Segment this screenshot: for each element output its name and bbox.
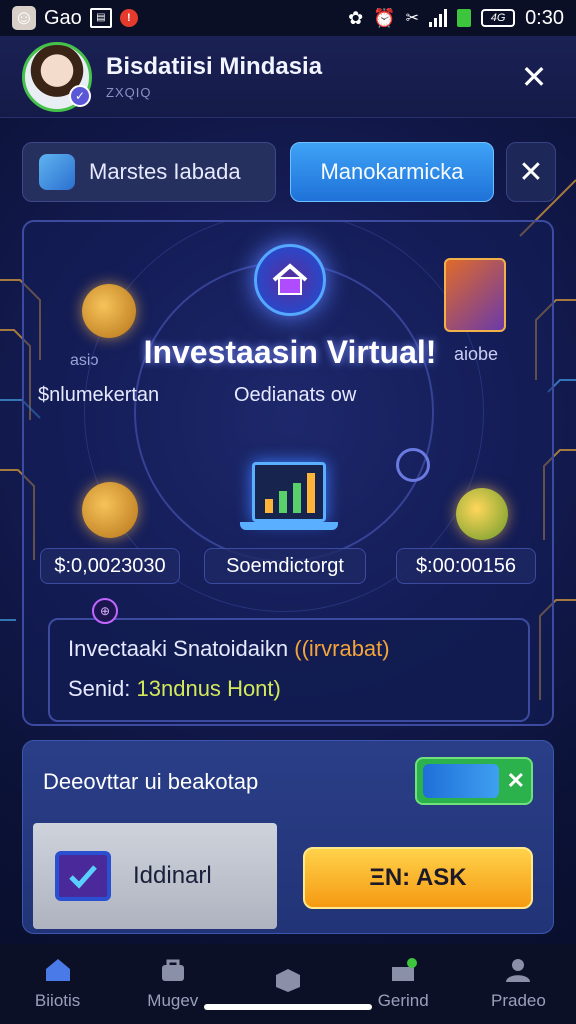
verified-icon: ✓ [69, 84, 91, 107]
stat-value: $:0,0023030 [54, 554, 166, 577]
stat-center[interactable]: Soemdictorgt [204, 548, 366, 584]
battery-saver-icon [457, 9, 472, 27]
side-center-text: Oedianats ow [234, 384, 357, 406]
card-toggle-icon [423, 764, 499, 798]
notification-badge: ! [119, 9, 138, 27]
tab-label: Manokarmicka [320, 159, 464, 184]
signal-icon [429, 9, 448, 27]
side-left-text: $nlumekertan [38, 384, 160, 406]
nav-item-bag[interactable]: Mugev [115, 944, 230, 1024]
ask-button[interactable]: ΞN: ASK [303, 847, 533, 909]
bottom-nav: Biiotis Mugev Gerind Pradeo [0, 944, 576, 1024]
battery-icon: 4G [481, 9, 516, 27]
nav-label: Pradeo [491, 991, 546, 1010]
nav-label: Mugev [147, 991, 199, 1010]
close-icon[interactable]: ✕ [514, 58, 554, 96]
info-line-2: Senid: 13ndnus Hont) [68, 676, 510, 702]
stat-value: $:00:00156 [415, 554, 517, 577]
investment-panel: asiɔ aiobe Investaasin Virtual! $nlumeke… [22, 220, 554, 726]
nav-item-gift[interactable]: Gerind [346, 944, 461, 1024]
status-bar: ☺ Gao ▤ ! ✿ ⏰ ✂ 4G 0:30 [0, 0, 576, 36]
info-line-1-highlight: ((irvrabat) [294, 636, 390, 661]
tab-label: Marstes Iabada [89, 159, 241, 184]
target-icon [396, 448, 430, 482]
money-stack-icon [82, 482, 138, 538]
dnd-icon: ✿ [348, 7, 364, 28]
gift-icon [392, 958, 418, 981]
claim-card-label: Iddinarl [133, 862, 212, 889]
box-icon [276, 969, 300, 992]
claim-card[interactable]: Iddinarl [33, 823, 277, 929]
investment-info-box: Invectaaki Snatoidaikn ((irvrabat) Senid… [48, 618, 530, 722]
alarm-icon: ⏰ [373, 7, 396, 28]
info-badge-icon: ⊕ [92, 598, 118, 624]
info-line-1: Invectaaki Snatoidaikn ((irvrabat) [68, 636, 510, 662]
deposit-title: Deeovttar ui beakotap [43, 769, 259, 794]
tab-close-button[interactable]: ✕ [506, 142, 556, 202]
panel-title: Investaasin Virtual! [143, 334, 437, 370]
coin-icon [82, 284, 136, 338]
stat-left: $:0,0023030 [40, 548, 180, 584]
close-icon[interactable]: ✕ [507, 768, 525, 794]
info-line-1-main: Invectaaki Snatoidaikn [68, 636, 289, 661]
vibrate-icon: ✂ [405, 10, 420, 27]
tab-marstes[interactable]: Marstes Iabada [22, 142, 276, 202]
monitor-check-icon [55, 851, 111, 901]
document-chart-icon [444, 258, 506, 332]
profile-icon [506, 959, 531, 982]
nav-item-box[interactable] [230, 944, 345, 1024]
home-indicator[interactable] [204, 1004, 372, 1010]
cube-icon [39, 154, 75, 190]
profile-subtitle: ZXQIQ [106, 85, 152, 100]
nav-label: Gerind [377, 991, 429, 1010]
nav-item-home[interactable]: Biiotis [0, 944, 115, 1024]
laptop-base [240, 522, 338, 530]
house-icon [254, 244, 326, 316]
toggle-card[interactable]: ✕ [415, 757, 533, 805]
laptop-chart-icon [252, 462, 326, 522]
tab-manokarmicka[interactable]: Manokarmicka [290, 142, 494, 202]
close-icon: ✕ [518, 155, 544, 189]
profile-name: Bisdatiisi Mindasia [106, 53, 323, 80]
stat-right: $:00:00156 [396, 548, 536, 584]
home-icon [45, 959, 70, 981]
calendar-icon: ▤ [89, 8, 112, 28]
bag-icon [161, 959, 184, 981]
stat-value: Soemdictorgt [226, 554, 344, 577]
app-avatar-icon: ☺ [12, 6, 36, 30]
profile-header: ✓ Bisdatiisi Mindasia ZXQIQ ✕ [0, 36, 576, 118]
avatar[interactable]: ✓ [22, 41, 92, 112]
info-line-2-tail: Hont) [227, 676, 281, 701]
status-time: 0:30 [525, 6, 564, 29]
info-line-2-main: Senid: [68, 676, 131, 701]
nav-item-profile[interactable]: Pradeo [461, 944, 576, 1024]
deposit-panel: Deeovttar ui beakotap ✕ Iddinarl ΞN: ASK [22, 740, 554, 934]
app-root: ☺ Gao ▤ ! ✿ ⏰ ✂ 4G 0:30 ✓ Bisdatiisi Min… [0, 0, 576, 1024]
nav-label: Biiotis [34, 991, 81, 1010]
coin-globe-icon [456, 488, 508, 540]
status-app-label: Gao [44, 6, 82, 29]
info-line-2-green: 13ndnus [136, 676, 221, 701]
